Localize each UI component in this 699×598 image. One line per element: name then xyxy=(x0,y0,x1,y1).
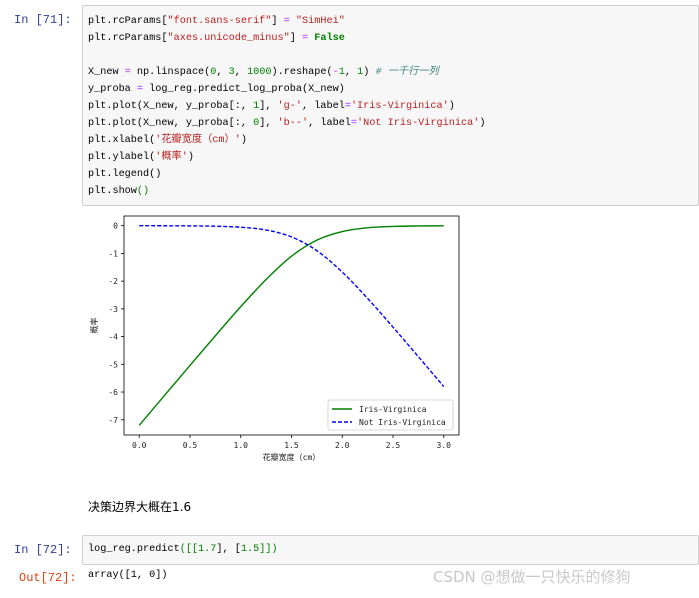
y-tick-label: -2 xyxy=(108,277,118,286)
markdown-text: 决策边界大概在1.6 xyxy=(88,500,192,514)
code-token: ] xyxy=(271,16,284,27)
code-token: ] xyxy=(289,33,302,44)
code-token: False xyxy=(314,33,345,44)
code-token: ]]) xyxy=(259,544,278,555)
code-line: y_proba = log_reg.predict_log_proba(X_ne… xyxy=(88,81,485,98)
code-line: plt.ylabel('概率') xyxy=(88,149,485,166)
code-token: 1000 xyxy=(247,67,272,78)
y-axis-label: 概率 xyxy=(89,318,99,334)
code-token: ) xyxy=(448,101,455,112)
x-tick-label: 2.5 xyxy=(386,441,401,450)
code-token: ″font.sans-serif″ xyxy=(167,16,272,27)
code-token: '花瓣宽度（cm）' xyxy=(155,135,241,146)
code-token: 'Not Iris-Virginica' xyxy=(357,118,480,129)
x-tick-label: 1.0 xyxy=(234,441,249,450)
code-token: '概率' xyxy=(155,152,188,163)
code-token: # 一千行一列 xyxy=(375,67,439,78)
y-tick-label: -7 xyxy=(108,416,118,425)
code-token: plt.rcParams[ xyxy=(88,33,168,44)
x-axis-label: 花瓣宽度（cm） xyxy=(263,452,321,462)
y-tick-label: -5 xyxy=(108,360,118,369)
code-token: plt.plot(X_new, y_proba[:, xyxy=(88,101,254,112)
log-probability-chart: 0.0 0.5 1.0 1.5 2.0 2.5 3.0 0 -1 -2 -3 -4 -5 -6 -7 花瓣宽度… xyxy=(89,215,460,462)
code-token: ([[ xyxy=(179,544,199,555)
code-token: ], [ xyxy=(216,544,241,555)
code-token: np.linspace( xyxy=(130,67,211,78)
code-line: plt.show() xyxy=(88,183,485,200)
code-token: plt.rcParams[ xyxy=(88,16,168,27)
code-token: ) xyxy=(240,135,247,146)
code-token: plt.legend() xyxy=(88,169,162,180)
cell-72-prompt: In [72]: xyxy=(14,543,72,557)
code-cell-71[interactable]: plt.rcParams[″font.sans-serif″] = ″SimHe… xyxy=(82,5,699,206)
code-line: log_reg.predict([[1.7], [1.5]]) xyxy=(88,541,278,558)
code-token: ).reshape( xyxy=(271,67,333,78)
code-token: ″SimHei″ xyxy=(289,16,345,27)
code-editor[interactable]: log_reg.predict([[1.7], [1.5]]) xyxy=(88,541,278,558)
code-token: ) xyxy=(479,118,486,129)
cell-71-prompt: In [71]: xyxy=(14,13,72,27)
code-token: plt.show xyxy=(88,186,137,197)
code-token: ], xyxy=(259,101,278,112)
code-token: , label xyxy=(302,101,345,112)
code-token: plt.xlabel( xyxy=(88,135,156,146)
code-token: log_reg.predict_log_proba(X_new) xyxy=(143,84,345,95)
legend-label: Not Iris-Virginica xyxy=(359,418,446,427)
code-token: 1.5 xyxy=(240,544,260,555)
code-editor[interactable]: plt.rcParams[″font.sans-serif″] = ″SimHe… xyxy=(88,13,485,200)
x-tick-label: 0.0 xyxy=(132,441,147,450)
watermark: CSDN @想做一只快乐的修狗 xyxy=(433,568,631,586)
y-tick-label: -4 xyxy=(108,333,118,342)
code-token: 'Iris-Virginica' xyxy=(350,101,449,112)
code-cell-72[interactable]: log_reg.predict([[1.7], [1.5]]) xyxy=(82,535,699,565)
code-line: plt.xlabel('花瓣宽度（cm）') xyxy=(88,132,485,149)
code-line: plt.legend() xyxy=(88,166,485,183)
code-token: 1.7 xyxy=(198,544,217,555)
code-token: , xyxy=(344,67,358,78)
code-token: y_proba xyxy=(88,84,137,95)
x-tick-label: 2.0 xyxy=(335,441,350,450)
code-token: ], xyxy=(259,118,278,129)
code-token: ) xyxy=(363,67,376,78)
code-token: 'g-' xyxy=(277,101,303,112)
code-token: log_reg.predict xyxy=(88,544,180,555)
code-line: plt.plot(X_new, y_proba[:, 1], 'g-', lab… xyxy=(88,98,485,115)
y-tick-label: -1 xyxy=(108,249,118,258)
code-token: ) xyxy=(187,152,194,163)
code-token: plt.ylabel( xyxy=(88,152,156,163)
cell-72-out-prompt: Out[72]: xyxy=(19,571,77,585)
code-line: plt.rcParams[″font.sans-serif″] = ″SimHe… xyxy=(88,13,485,30)
y-tick-label: -3 xyxy=(108,305,118,314)
code-token: , label xyxy=(308,118,351,129)
code-line: X_new = np.linspace(0, 3, 1000).reshape(… xyxy=(88,64,485,81)
code-token: X_new xyxy=(88,67,125,78)
legend-label: Iris-Virginica xyxy=(359,405,427,414)
y-tick-label: -6 xyxy=(108,388,118,397)
code-line: plt.rcParams[″axes.unicode_minus″] = Fal… xyxy=(88,30,485,47)
code-token: 'b--' xyxy=(277,118,309,129)
x-tick-label: 3.0 xyxy=(437,441,452,450)
code-token: , xyxy=(234,67,248,78)
cell-output: array([1, 0]) xyxy=(88,570,168,581)
x-tick-label: 1.5 xyxy=(284,441,299,450)
code-token: , xyxy=(216,67,229,78)
code-token: () xyxy=(136,186,150,197)
x-tick-label: 0.5 xyxy=(183,441,198,450)
code-line: plt.plot(X_new, y_proba[:, 0], 'b--', la… xyxy=(88,115,485,132)
code-token: ″axes.unicode_minus″ xyxy=(167,33,290,44)
y-tick-label: 0 xyxy=(113,222,118,231)
code-token: plt.plot(X_new, y_proba[:, xyxy=(88,118,254,129)
